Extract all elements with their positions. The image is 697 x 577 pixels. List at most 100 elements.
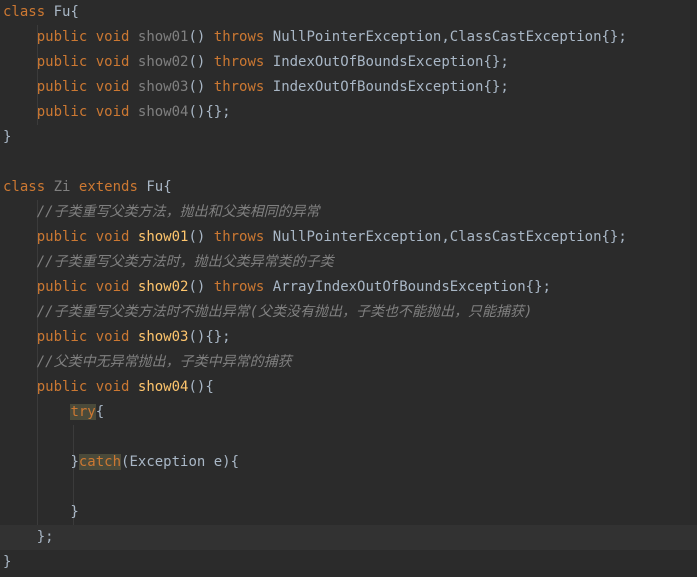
- comment: //父类中无异常抛出，子类中异常的捕获: [36, 354, 292, 370]
- code-line[interactable]: class Zi extends Fu{: [0, 175, 697, 200]
- keyword: public: [36, 279, 88, 295]
- brace: {: [70, 4, 79, 20]
- method-name: show01: [137, 229, 189, 245]
- code-line[interactable]: };: [0, 525, 697, 550]
- signature: (): [188, 279, 214, 295]
- code-text: }: [3, 554, 12, 570]
- class-name: Fu: [53, 4, 71, 20]
- keyword: public: [36, 54, 88, 70]
- keyword: catch: [78, 454, 122, 470]
- code-line[interactable]: class Fu{: [0, 0, 697, 25]
- keyword: public: [36, 104, 88, 120]
- keyword: throws: [213, 79, 265, 95]
- code-line[interactable]: //子类重写父类方法，抛出和父类相同的异常: [0, 200, 697, 225]
- code-text: };: [3, 529, 54, 545]
- keyword: void: [95, 54, 130, 70]
- keyword: public: [36, 229, 88, 245]
- keyword: void: [95, 329, 130, 345]
- code-line[interactable]: public void show04(){};: [0, 100, 697, 125]
- class-name: Zi: [53, 179, 71, 195]
- brace: }: [70, 454, 79, 470]
- keyword: void: [95, 104, 130, 120]
- code-line[interactable]: //子类重写父类方法时，抛出父类异常类的子类: [0, 250, 697, 275]
- code-line[interactable]: }: [0, 550, 697, 575]
- code-line[interactable]: }catch(Exception e){: [0, 450, 697, 475]
- signature: (): [188, 79, 214, 95]
- signature: (){: [188, 379, 214, 395]
- method-name: show02: [137, 54, 189, 70]
- keyword: void: [95, 79, 130, 95]
- keyword: class: [3, 179, 46, 195]
- keyword: public: [36, 79, 88, 95]
- exception-list: NullPointerException,ClassCastException{…: [264, 29, 627, 45]
- code-text: }: [3, 129, 12, 145]
- code-line[interactable]: [0, 425, 697, 450]
- exception-list: IndexOutOfBoundsException{};: [264, 79, 509, 95]
- signature: (){};: [188, 104, 231, 120]
- comment: //子类重写父类方法时，抛出父类异常类的子类: [36, 254, 334, 270]
- keyword: public: [36, 29, 88, 45]
- brace: {: [163, 179, 172, 195]
- brace: {: [95, 404, 105, 420]
- code-line[interactable]: //子类重写父类方法时不抛出异常(父类没有抛出，子类也不能抛出，只能捕获): [0, 300, 697, 325]
- method-name: show02: [137, 279, 189, 295]
- code-line[interactable]: public void show03(){};: [0, 325, 697, 350]
- code-line[interactable]: public void show01() throws NullPointerE…: [0, 25, 697, 50]
- keyword: void: [95, 379, 130, 395]
- code-line[interactable]: //父类中无异常抛出，子类中异常的捕获: [0, 350, 697, 375]
- comment: //子类重写父类方法时不抛出异常(父类没有抛出，子类也不能抛出，只能捕获): [36, 304, 533, 320]
- code-line[interactable]: [0, 150, 697, 175]
- keyword: void: [95, 279, 130, 295]
- code-line[interactable]: public void show02() throws ArrayIndexOu…: [0, 275, 697, 300]
- keyword: throws: [213, 279, 265, 295]
- method-name: show03: [137, 79, 189, 95]
- keyword: void: [95, 29, 130, 45]
- signature: (){};: [188, 329, 231, 345]
- code-line[interactable]: }: [0, 125, 697, 150]
- keyword: try: [70, 404, 96, 420]
- keyword: throws: [213, 229, 265, 245]
- code-line[interactable]: [0, 475, 697, 500]
- keyword: throws: [213, 54, 265, 70]
- exception-list: IndexOutOfBoundsException{};: [264, 54, 509, 70]
- signature: (): [188, 54, 214, 70]
- code-line[interactable]: public void show04(){: [0, 375, 697, 400]
- code-text: }: [3, 504, 79, 520]
- catch-params: (Exception e){: [121, 454, 240, 470]
- code-editor[interactable]: class Fu{ public void show01() throws Nu…: [0, 0, 697, 577]
- method-name: show04: [137, 104, 189, 120]
- keyword: public: [36, 379, 88, 395]
- keyword: extends: [78, 179, 138, 195]
- code-line[interactable]: }: [0, 500, 697, 525]
- keyword: void: [95, 229, 130, 245]
- method-name: show01: [137, 29, 189, 45]
- signature: (): [188, 229, 214, 245]
- signature: (): [188, 29, 214, 45]
- exception-list: NullPointerException,ClassCastException{…: [264, 229, 627, 245]
- code-line[interactable]: public void show02() throws IndexOutOfBo…: [0, 50, 697, 75]
- keyword: class: [3, 4, 46, 20]
- method-name: show03: [137, 329, 189, 345]
- code-line[interactable]: try{: [0, 400, 697, 425]
- code-line[interactable]: public void show03() throws IndexOutOfBo…: [0, 75, 697, 100]
- method-name: show04: [137, 379, 189, 395]
- exception-list: ArrayIndexOutOfBoundsException{};: [264, 279, 551, 295]
- keyword: public: [36, 329, 88, 345]
- comment: //子类重写父类方法，抛出和父类相同的异常: [36, 204, 320, 220]
- code-line[interactable]: public void show01() throws NullPointerE…: [0, 225, 697, 250]
- keyword: throws: [213, 29, 265, 45]
